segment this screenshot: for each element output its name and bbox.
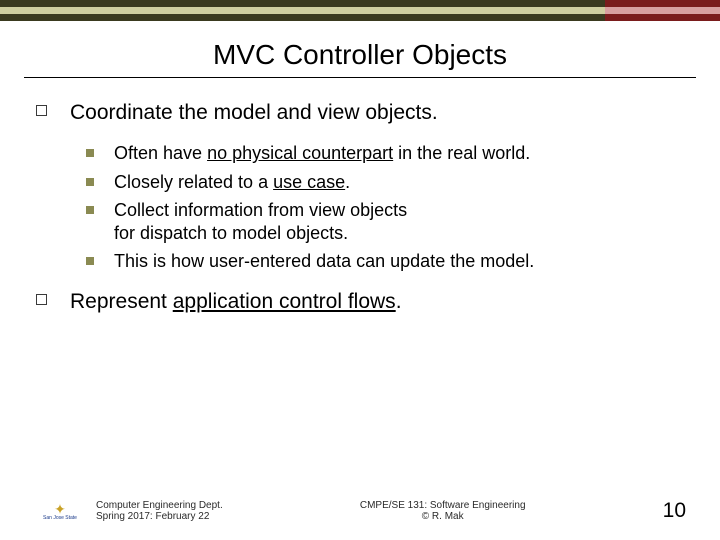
footer-course: CMPE/SE 131: Software Engineering xyxy=(223,500,663,511)
text-post: . xyxy=(345,172,350,192)
bullet-text: Coordinate the model and view objects. xyxy=(70,101,438,124)
footer-left: Computer Engineering Dept. Spring 2017: … xyxy=(96,500,223,522)
bar-light xyxy=(0,7,720,14)
text-post: in the real world. xyxy=(393,143,530,163)
slide-title: MVC Controller Objects xyxy=(0,39,720,71)
footer-date: Spring 2017: February 22 xyxy=(96,511,223,522)
decorative-top-bars xyxy=(0,0,720,21)
subbullet-no-counterpart: Often have no physical counterpart in th… xyxy=(86,142,684,165)
square-fill-icon xyxy=(86,257,94,265)
text-underline: no physical counterpart xyxy=(207,143,393,163)
logo-text: San Jose State xyxy=(43,516,77,521)
text-underline: application control flows xyxy=(173,290,396,313)
footer-center: CMPE/SE 131: Software Engineering © R. M… xyxy=(223,500,663,522)
subbullet-update-model: This is how user-entered data can update… xyxy=(86,250,684,273)
text: Collect information from view objects fo… xyxy=(114,200,407,243)
square-outline-icon xyxy=(36,105,47,116)
title-rule xyxy=(24,77,696,78)
logo-sjsu: ✦ San Jose State xyxy=(40,496,80,526)
bar-dark xyxy=(0,0,720,7)
text-pre: Closely related to a xyxy=(114,172,273,192)
page-number: 10 xyxy=(663,499,686,523)
text-underline: use case xyxy=(273,172,345,192)
square-outline-icon xyxy=(36,294,47,305)
text: This is how user-entered data can update… xyxy=(114,251,534,271)
content-area: Coordinate the model and view objects. O… xyxy=(0,100,720,315)
bullet-coordinate: Coordinate the model and view objects. O… xyxy=(36,100,684,273)
outline-level-1: Coordinate the model and view objects. O… xyxy=(36,100,684,315)
square-fill-icon xyxy=(86,178,94,186)
text-pre: Represent xyxy=(70,290,173,313)
outline-level-2: Often have no physical counterpart in th… xyxy=(86,142,684,273)
square-fill-icon xyxy=(86,206,94,214)
subbullet-collect-info: Collect information from view objects fo… xyxy=(86,199,684,244)
slide: MVC Controller Objects Coordinate the mo… xyxy=(0,0,720,540)
bar-dark-2 xyxy=(0,14,720,21)
text-post: . xyxy=(396,290,402,313)
spartan-icon: ✦ xyxy=(54,502,66,516)
footer-copyright: © R. Mak xyxy=(223,511,663,522)
footer: ✦ San Jose State Computer Engineering De… xyxy=(0,496,720,526)
footer-dept: Computer Engineering Dept. xyxy=(96,500,223,511)
square-fill-icon xyxy=(86,149,94,157)
text-pre: Often have xyxy=(114,143,207,163)
bullet-control-flows: Represent application control flows. xyxy=(36,289,684,315)
subbullet-use-case: Closely related to a use case. xyxy=(86,171,684,194)
